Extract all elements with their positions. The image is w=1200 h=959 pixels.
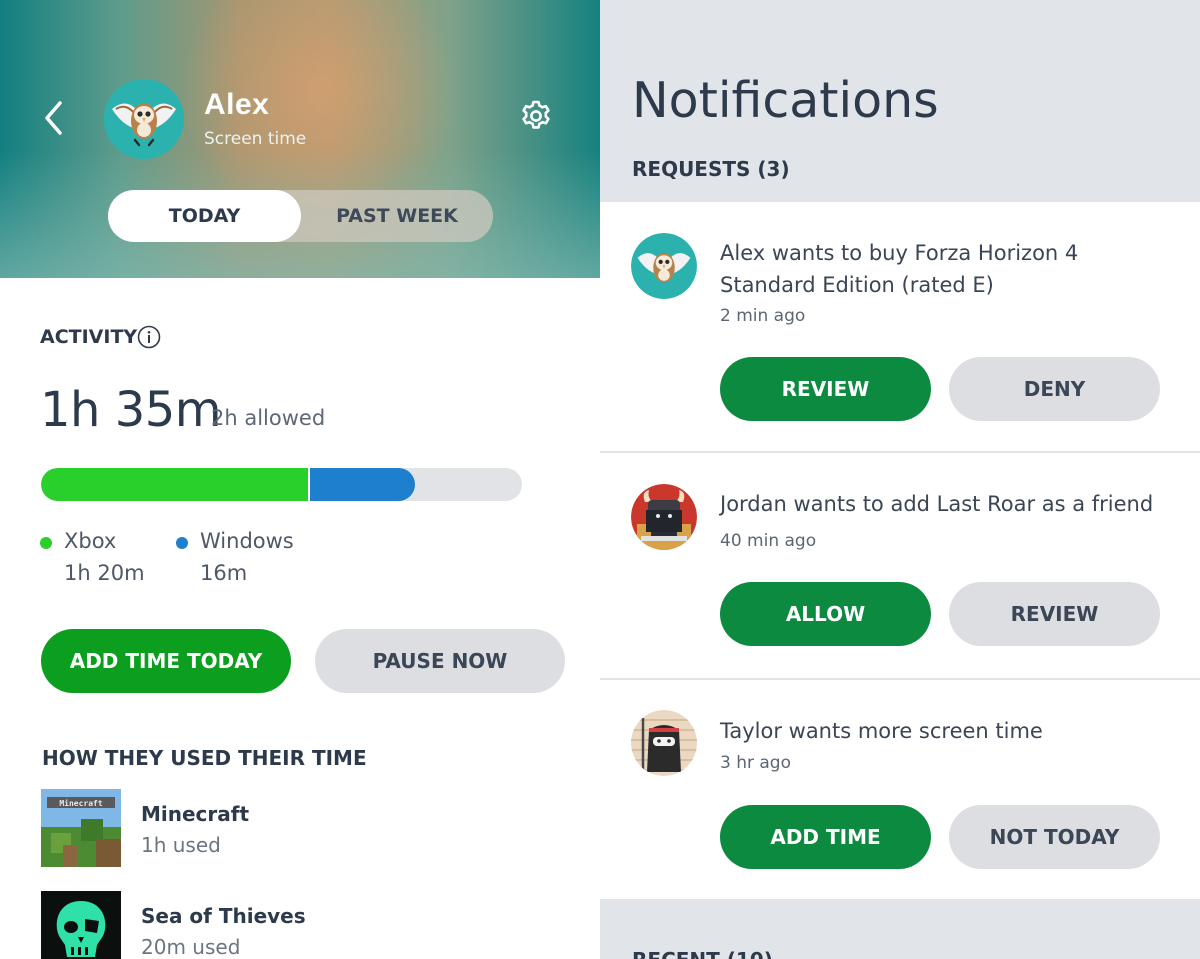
activity-info-button[interactable] [137,325,161,349]
chevron-left-icon [45,101,62,135]
windows-legend-value: 16m [200,561,248,585]
progress-xbox-segment [41,468,308,501]
notifications-panel: Notifications REQUESTS (3) Alex wants to… [600,0,1200,959]
gear-icon [522,100,550,129]
requester-avatar[interactable] [631,233,697,299]
sea-of-thieves-thumbnail[interactable] [41,891,121,959]
game-time-used: 1h used [141,833,221,857]
windows-legend-label: Windows [200,529,294,553]
period-toggle: TODAY PAST WEEK [108,190,493,242]
viking-avatar-icon [631,484,697,550]
deny-button[interactable]: DENY [949,357,1160,421]
ninja-avatar-icon [631,710,697,776]
add-time-button[interactable]: ADD TIME [720,805,931,869]
xbox-legend-value: 1h 20m [64,561,145,585]
request-text: Taylor wants more screen time [720,719,1043,743]
owl-avatar-icon [631,233,697,299]
game-name: Minecraft [141,802,250,826]
game-time-used: 20m used [141,935,241,959]
screen-time-progress [41,468,522,501]
xbox-legend-label: Xbox [64,529,117,553]
screen-time-panel: Alex Screen time TODAY PAST WEEK ACTIVIT… [0,0,600,959]
request-time: 3 hr ago [720,753,791,773]
activity-heading: ACTIVITY [40,326,138,348]
minecraft-thumbnail-image: Minecraft [41,789,121,867]
request-time: 2 min ago [720,306,806,326]
profile-header: Alex Screen time TODAY PAST WEEK [0,0,600,278]
game-name: Sea of Thieves [141,904,306,928]
request-time: 40 min ago [720,531,817,551]
review-button[interactable]: REVIEW [949,582,1160,646]
activity-allowed: 2h allowed [211,406,326,430]
review-button[interactable]: REVIEW [720,357,931,421]
info-icon [137,325,161,349]
minecraft-logo: Minecraft [59,798,103,808]
request-text: Jordan wants to add Last Roar as a frien… [720,492,1154,516]
requests-heading: REQUESTS (3) [632,157,790,181]
usage-heading: HOW THEY USED THEIR TIME [42,746,367,770]
xbox-legend-dot [40,537,52,549]
not-today-button[interactable]: NOT TODAY [949,805,1160,869]
requester-avatar[interactable] [631,484,697,550]
child-name: Alex [204,88,270,121]
minecraft-thumbnail[interactable]: Minecraft [41,789,121,867]
divider [600,678,1200,680]
back-button[interactable] [38,98,72,138]
skull-icon [41,891,121,959]
page-subtitle: Screen time [204,129,307,149]
pause-now-button[interactable]: PAUSE NOW [315,629,565,693]
request-text: Alex wants to buy Forza Horizon 4 Standa… [720,241,1079,297]
activity-total: 1h 35m [40,382,222,438]
add-time-today-button[interactable]: ADD TIME TODAY [41,629,291,693]
requests-list: Alex wants to buy Forza Horizon 4 Standa… [600,202,1200,899]
settings-button[interactable] [516,97,556,137]
requester-avatar[interactable] [631,710,697,776]
owl-avatar-icon [104,79,184,159]
allow-button[interactable]: ALLOW [720,582,931,646]
recent-heading: RECENT (10) [632,948,773,959]
tab-past-week[interactable]: PAST WEEK [301,190,493,242]
divider [600,451,1200,453]
page-title: Notifications [632,72,939,129]
progress-windows-segment [308,468,415,501]
tab-today[interactable]: TODAY [108,190,301,242]
avatar[interactable] [104,79,184,159]
windows-legend-dot [176,537,188,549]
